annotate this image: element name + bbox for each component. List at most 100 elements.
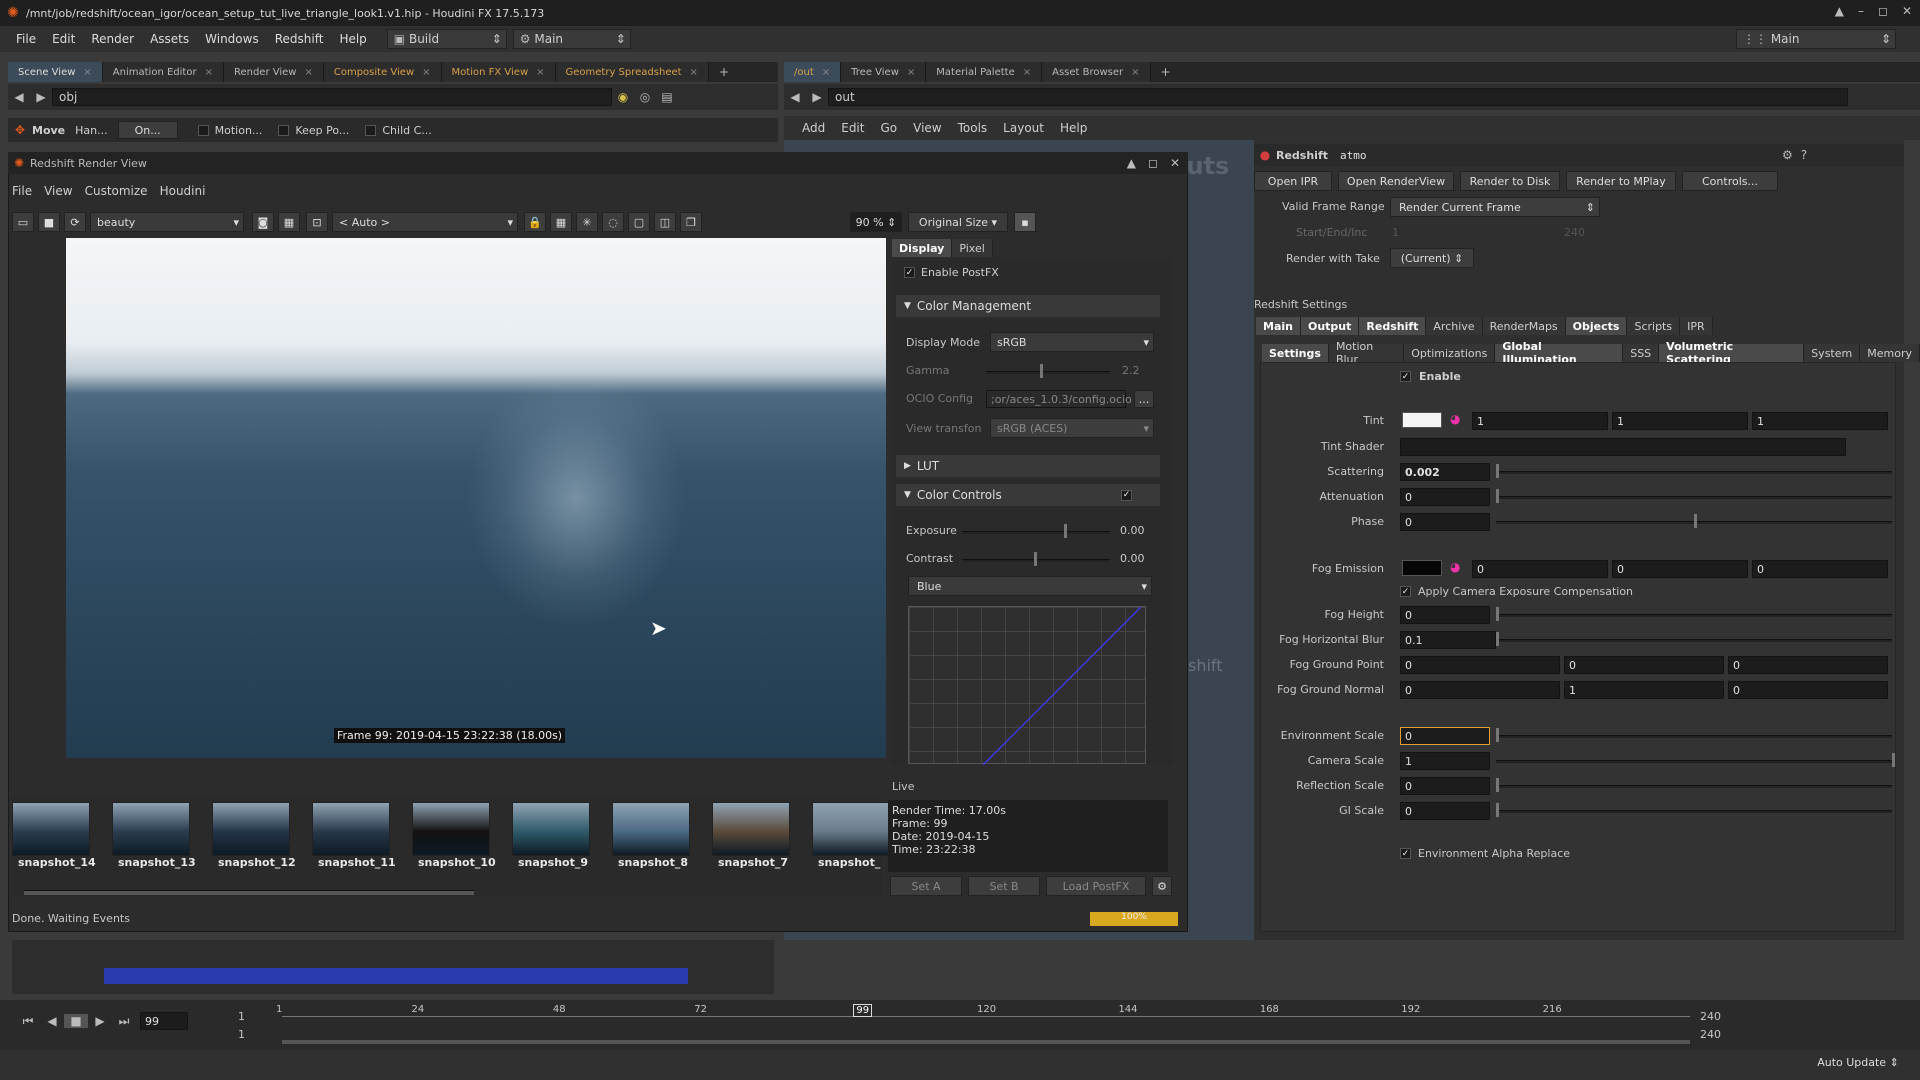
maximize-icon[interactable]: ◻ [1878,4,1888,18]
param-field[interactable]: 0 [1472,560,1608,578]
snapshot-thumbnail[interactable] [812,802,890,856]
exposure-value[interactable]: 0.00 [1120,524,1145,537]
on-dropdown[interactable]: On... [117,121,178,139]
render-to-disk-button[interactable]: Render to Disk [1460,171,1560,191]
exposure-slider[interactable] [962,531,1110,534]
param-field[interactable]: 0.002 [1400,463,1490,481]
param-slider-knob[interactable] [1694,514,1697,528]
tab-volumetric-scattering[interactable]: Volumetric Scattering [1659,340,1805,366]
param-field[interactable]: 0 [1400,513,1490,531]
param-field[interactable]: 1 [1612,412,1748,430]
zoom-icon[interactable]: ◌ [602,212,624,232]
go-to-start-icon[interactable]: ⏮ [16,1014,40,1029]
gamma-knob[interactable] [1040,364,1043,378]
param-slider[interactable] [1496,735,1892,738]
net-menu-go[interactable]: Go [880,121,897,135]
tab-ipr[interactable]: IPR [1680,317,1713,335]
param-field[interactable]: 0 [1400,488,1490,506]
param-slider[interactable] [1496,471,1892,474]
tab-scripts[interactable]: Scripts [1627,317,1681,335]
add-tab-icon[interactable]: + [719,65,729,79]
exposure-knob[interactable] [1064,524,1067,538]
snapshot-thumbnail[interactable] [212,802,290,856]
tab-composite-view[interactable]: Composite View × [323,62,442,82]
crop-icon[interactable]: ⊡ [306,212,328,232]
gamma-slider[interactable] [986,371,1110,374]
stop-icon[interactable]: ■ [38,212,60,232]
snapshot-icon[interactable]: ◙ [252,212,274,232]
timeline-track[interactable] [282,1016,1690,1017]
gear-icon[interactable]: ⚙ [1782,148,1793,162]
back-icon[interactable]: ◀ [8,90,30,104]
snapshot-thumbnail[interactable] [612,802,690,856]
zoom-field[interactable]: 90 % ⇕ [850,212,902,232]
take-dropdown[interactable]: (Current) ⇕ [1390,248,1474,268]
tab-system[interactable]: System [1804,344,1861,362]
tab-memory[interactable]: Memory [1860,344,1920,362]
tab-out[interactable]: /out × [784,62,842,82]
tab-material-palette[interactable]: Material Palette × [926,62,1043,82]
close-icon[interactable]: ✕ [1902,4,1912,18]
forward-icon[interactable]: ▶ [806,90,828,104]
snapshot-thumbnail[interactable] [112,802,190,856]
param-field[interactable] [1400,438,1846,456]
param-field[interactable]: 0.1 [1400,631,1496,649]
tab-motion-fx-view[interactable]: Motion FX View × [441,62,556,82]
menu-edit[interactable]: Edit [44,32,83,46]
contrast-knob[interactable] [1034,552,1037,566]
net-menu-tools[interactable]: Tools [958,121,988,135]
curve-editor[interactable] [908,606,1146,766]
compare-icon[interactable]: ◫ [654,212,676,232]
refresh-icon[interactable]: ⟳ [64,212,86,232]
camera-dropdown[interactable]: < Auto > ▾ [332,212,518,232]
minimize-icon[interactable]: – [1858,4,1864,18]
lock-icon[interactable]: 🔒 [524,212,546,232]
param-checkbox[interactable]: ✓ [1400,586,1411,597]
param-checkbox[interactable]: ✓ [1400,848,1411,859]
rs-menu-file[interactable]: File [12,184,32,198]
camera-icon[interactable]: ◎ [634,90,656,104]
param-slider-knob[interactable] [1496,632,1499,646]
help-icon[interactable]: ? [1801,148,1807,162]
snapshot-scrollbar[interactable] [24,890,474,895]
size-dropdown[interactable]: Original Size ▾ [908,212,1008,232]
tab-pixel[interactable]: Pixel [952,239,993,257]
render-image[interactable] [66,238,886,758]
current-frame-field[interactable]: 99 [140,1012,188,1030]
timeline-range[interactable] [282,1040,1690,1044]
view-transform-dropdown[interactable]: sRGB (ACES) ▾ [990,418,1154,438]
snapshot-thumbnail[interactable] [712,802,790,856]
net-menu-add[interactable]: Add [802,121,825,135]
menu-windows[interactable]: Windows [197,32,267,46]
snapshot-thumbnail[interactable] [412,802,490,856]
param-slider[interactable] [1496,614,1892,617]
tab-tree-view[interactable]: Tree View × [841,62,927,82]
snapshot-thumbnail[interactable] [12,802,90,856]
enable-postfx-checkbox[interactable]: ✓ [904,267,915,278]
node-name-field[interactable]: atmo [1336,146,1776,164]
param-field[interactable]: 0 [1612,560,1748,578]
pin-icon[interactable]: ▲ [1127,156,1136,170]
color-wheel-icon[interactable]: ◕ [1450,560,1460,574]
tab-animation-editor[interactable]: Animation Editor × [102,62,224,82]
color-swatch[interactable] [1402,412,1442,428]
render-region-icon[interactable]: ▭ [12,212,34,232]
handles-label[interactable]: Han... [75,124,107,137]
rs-menu-view[interactable]: View [44,184,72,198]
color-swatch[interactable] [1402,560,1442,576]
param-field[interactable]: 1 [1400,752,1490,770]
checker-icon[interactable]: ▦ [278,212,300,232]
param-field[interactable]: 0 [1728,656,1888,674]
controls-button[interactable]: Controls... [1682,171,1778,191]
param-field[interactable]: 0 [1564,656,1724,674]
net-menu-help[interactable]: Help [1060,121,1087,135]
param-slider[interactable] [1496,760,1892,763]
sun-icon[interactable]: ✳ [576,212,598,232]
rs-menu-customize[interactable]: Customize [85,184,148,198]
param-slider-knob[interactable] [1496,489,1499,503]
tab-asset-browser[interactable]: Asset Browser × [1042,62,1151,82]
color-wheel-icon[interactable]: ◕ [1450,412,1460,426]
menu-help[interactable]: Help [331,32,374,46]
child-comp-checkbox[interactable] [365,124,377,136]
tab-scene-view[interactable]: Scene View × [8,62,103,82]
